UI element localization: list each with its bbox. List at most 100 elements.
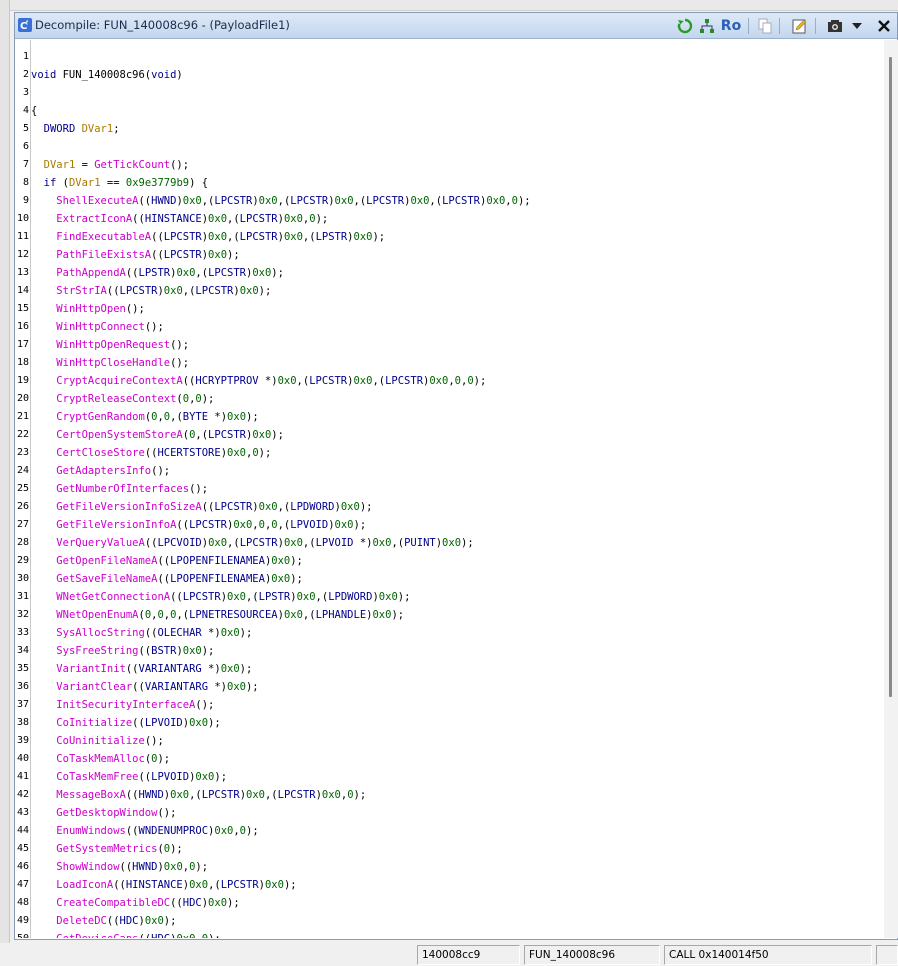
code-line[interactable]: 27 GetFileVersionInfoA((LPCSTR)0x0,0,0,(…	[15, 516, 881, 534]
code-line[interactable]: 15 WinHttpOpen();	[15, 300, 881, 318]
code-line[interactable]: 29 GetOpenFileNameA((LPOPENFILENAMEA)0x0…	[15, 552, 881, 570]
code-line[interactable]: 28 VerQueryValueA((LPCVOID)0x0,(LPCSTR)0…	[15, 534, 881, 552]
code-text[interactable]: if (DVar1 == 0x9e3779b9) {	[31, 174, 208, 192]
code-text[interactable]: GetOpenFileNameA((LPOPENFILENAMEA)0x0);	[31, 552, 303, 570]
code-line[interactable]: 25 GetNumberOfInterfaces();	[15, 480, 881, 498]
copy-icon[interactable]	[756, 16, 774, 36]
code-line[interactable]: 6	[15, 138, 881, 156]
dropdown-icon[interactable]	[850, 16, 864, 36]
code-editor[interactable]: 1 2 void FUN_140008c96(void) 3 4{5 DWORD DVa…	[15, 40, 881, 938]
code-text[interactable]: GetFileVersionInfoSizeA((LPCSTR)0x0,(LPD…	[31, 498, 372, 516]
code-line[interactable]: 45 GetSystemMetrics(0);	[15, 840, 881, 858]
code-text[interactable]: CryptReleaseContext(0,0);	[31, 390, 214, 408]
code-line[interactable]: 18 WinHttpCloseHandle();	[15, 354, 881, 372]
code-text[interactable]: WinHttpOpenRequest();	[31, 336, 189, 354]
code-text[interactable]: LoadIconA((HINSTANCE)0x0,(LPCSTR)0x0);	[31, 876, 296, 894]
code-text[interactable]: ExtractIconA((HINSTANCE)0x0,(LPCSTR)0x0,…	[31, 210, 328, 228]
code-line[interactable]: 31 WNetGetConnectionA((LPCSTR)0x0,(LPSTR…	[15, 588, 881, 606]
code-line[interactable]: 24 GetAdaptersInfo();	[15, 462, 881, 480]
code-line[interactable]: 42 MessageBoxA((HWND)0x0,(LPCSTR)0x0,(LP…	[15, 786, 881, 804]
scrollbar-thumb[interactable]	[889, 57, 892, 697]
code-text[interactable]: GetSaveFileNameA((LPOPENFILENAMEA)0x0);	[31, 570, 303, 588]
code-text[interactable]: {	[31, 102, 37, 120]
graph-icon[interactable]	[698, 16, 716, 36]
code-line[interactable]: 34 SysFreeString((BSTR)0x0);	[15, 642, 881, 660]
code-text[interactable]: EnumWindows((WNDENUMPROC)0x0,0);	[31, 822, 258, 840]
ro-toggle[interactable]: Ro	[719, 16, 743, 36]
code-text[interactable]: VariantInit((VARIANTARG *)0x0);	[31, 660, 252, 678]
code-text[interactable]: DVar1 = GetTickCount();	[31, 156, 189, 174]
vertical-scrollbar[interactable]	[884, 40, 898, 938]
code-text[interactable]: CoTaskMemAlloc(0);	[31, 750, 170, 768]
code-line[interactable]: 26 GetFileVersionInfoSizeA((LPCSTR)0x0,(…	[15, 498, 881, 516]
code-line[interactable]: 46 ShowWindow((HWND)0x0,0);	[15, 858, 881, 876]
code-text[interactable]: VerQueryValueA((LPCVOID)0x0,(LPCSTR)0x0,…	[31, 534, 473, 552]
code-text[interactable]: WinHttpCloseHandle();	[31, 354, 189, 372]
code-line[interactable]: 40 CoTaskMemAlloc(0);	[15, 750, 881, 768]
code-line[interactable]: 39 CoUninitialize();	[15, 732, 881, 750]
code-text[interactable]: SysFreeString((BSTR)0x0);	[31, 642, 214, 660]
code-line[interactable]: 10 ExtractIconA((HINSTANCE)0x0,(LPCSTR)0…	[15, 210, 881, 228]
code-text[interactable]: PathFileExistsA((LPCSTR)0x0);	[31, 246, 239, 264]
code-text[interactable]: CertOpenSystemStoreA(0,(LPCSTR)0x0);	[31, 426, 284, 444]
code-text[interactable]: GetAdaptersInfo();	[31, 462, 170, 480]
code-text[interactable]: CoTaskMemFree((LPVOID)0x0);	[31, 768, 227, 786]
code-line[interactable]: 37 InitSecurityInterfaceA();	[15, 696, 881, 714]
code-text[interactable]: GetDeviceCaps((HDC)0x0,0);	[31, 930, 220, 938]
code-text[interactable]: GetFileVersionInfoA((LPCSTR)0x0,0,0,(LPV…	[31, 516, 366, 534]
code-line[interactable]: 21 CryptGenRandom(0,0,(BYTE *)0x0);	[15, 408, 881, 426]
code-text[interactable]: MessageBoxA((HWND)0x0,(LPCSTR)0x0,(LPCST…	[31, 786, 366, 804]
code-text[interactable]: FindExecutableA((LPCSTR)0x0,(LPCSTR)0x0,…	[31, 228, 385, 246]
code-line[interactable]: 3	[15, 84, 881, 102]
code-line[interactable]: 16 WinHttpConnect();	[15, 318, 881, 336]
code-text[interactable]: CryptGenRandom(0,0,(BYTE *)0x0);	[31, 408, 258, 426]
code-line[interactable]: 1	[15, 48, 881, 66]
code-text[interactable]: WNetGetConnectionA((LPCSTR)0x0,(LPSTR)0x…	[31, 588, 410, 606]
edit-icon[interactable]	[791, 16, 809, 36]
code-text[interactable]: WinHttpConnect();	[31, 318, 163, 336]
code-text[interactable]: StrStrIA((LPCSTR)0x0,(LPCSTR)0x0);	[31, 282, 271, 300]
code-line[interactable]: 23 CertCloseStore((HCERTSTORE)0x0,0);	[15, 444, 881, 462]
code-line[interactable]: 9 ShellExecuteA((HWND)0x0,(LPCSTR)0x0,(L…	[15, 192, 881, 210]
code-text[interactable]: CryptAcquireContextA((HCRYPTPROV *)0x0,(…	[31, 372, 486, 390]
code-line[interactable]: 49 DeleteDC((HDC)0x0);	[15, 912, 881, 930]
code-line[interactable]: 50 GetDeviceCaps((HDC)0x0,0);	[15, 930, 881, 938]
refresh-icon[interactable]	[676, 16, 694, 36]
code-text[interactable]: CertCloseStore((HCERTSTORE)0x0,0);	[31, 444, 271, 462]
snapshot-icon[interactable]	[826, 16, 844, 36]
code-text[interactable]: PathAppendA((LPSTR)0x0,(LPCSTR)0x0);	[31, 264, 284, 282]
code-text[interactable]: GetSystemMetrics(0);	[31, 840, 182, 858]
code-line[interactable]: 44 EnumWindows((WNDENUMPROC)0x0,0);	[15, 822, 881, 840]
code-line[interactable]: 41 CoTaskMemFree((LPVOID)0x0);	[15, 768, 881, 786]
code-line[interactable]: 13 PathAppendA((LPSTR)0x0,(LPCSTR)0x0);	[15, 264, 881, 282]
code-line[interactable]: 47 LoadIconA((HINSTANCE)0x0,(LPCSTR)0x0)…	[15, 876, 881, 894]
code-line[interactable]: 33 SysAllocString((OLECHAR *)0x0);	[15, 624, 881, 642]
code-line[interactable]: 7 DVar1 = GetTickCount();	[15, 156, 881, 174]
code-line[interactable]: 19 CryptAcquireContextA((HCRYPTPROV *)0x…	[15, 372, 881, 390]
code-line[interactable]: 17 WinHttpOpenRequest();	[15, 336, 881, 354]
code-line[interactable]: 4{	[15, 102, 881, 120]
code-line[interactable]: 8 if (DVar1 == 0x9e3779b9) {	[15, 174, 881, 192]
code-line[interactable]: 30 GetSaveFileNameA((LPOPENFILENAMEA)0x0…	[15, 570, 881, 588]
code-text[interactable]: SysAllocString((OLECHAR *)0x0);	[31, 624, 252, 642]
code-text[interactable]: InitSecurityInterfaceA();	[31, 696, 214, 714]
code-line[interactable]: 38 CoInitialize((LPVOID)0x0);	[15, 714, 881, 732]
code-text[interactable]: CoInitialize((LPVOID)0x0);	[31, 714, 220, 732]
code-text[interactable]: CreateCompatibleDC((HDC)0x0);	[31, 894, 239, 912]
code-text[interactable]: DWORD DVar1;	[31, 120, 120, 138]
close-icon[interactable]	[875, 16, 893, 36]
code-line[interactable]: 32 WNetOpenEnumA(0,0,0,(LPNETRESOURCEA)0…	[15, 606, 881, 624]
code-text[interactable]: void FUN_140008c96(void)	[31, 66, 183, 84]
code-line[interactable]: 48 CreateCompatibleDC((HDC)0x0);	[15, 894, 881, 912]
code-line[interactable]: 12 PathFileExistsA((LPCSTR)0x0);	[15, 246, 881, 264]
code-text[interactable]: GetNumberOfInterfaces();	[31, 480, 208, 498]
code-text[interactable]: DeleteDC((HDC)0x0);	[31, 912, 176, 930]
code-line[interactable]: 43 GetDesktopWindow();	[15, 804, 881, 822]
code-line[interactable]: 14 StrStrIA((LPCSTR)0x0,(LPCSTR)0x0);	[15, 282, 881, 300]
code-text[interactable]: ShellExecuteA((HWND)0x0,(LPCSTR)0x0,(LPC…	[31, 192, 530, 210]
code-text[interactable]: WNetOpenEnumA(0,0,0,(LPNETRESOURCEA)0x0,…	[31, 606, 404, 624]
code-line[interactable]: 2 void FUN_140008c96(void)	[15, 66, 881, 84]
code-line[interactable]: 35 VariantInit((VARIANTARG *)0x0);	[15, 660, 881, 678]
code-text[interactable]: WinHttpOpen();	[31, 300, 145, 318]
code-line[interactable]: 11 FindExecutableA((LPCSTR)0x0,(LPCSTR)0…	[15, 228, 881, 246]
